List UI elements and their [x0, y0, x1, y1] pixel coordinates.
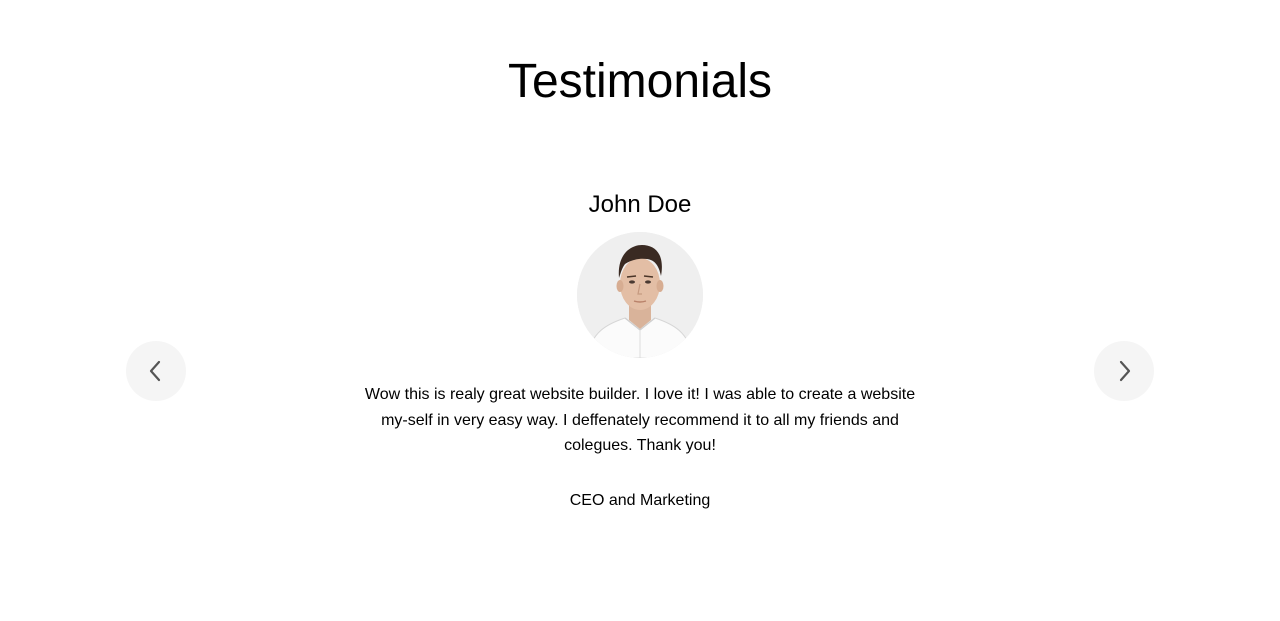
chevron-left-icon: [146, 359, 166, 383]
person-name: John Doe: [588, 191, 692, 218]
testimonial-quote: Wow this is realy great website builder.…: [364, 386, 916, 454]
chevron-right-icon: [1114, 359, 1134, 383]
avatar-portrait: [577, 232, 703, 358]
testimonial-slide: John Doe Wow this is realy great website…: [340, 190, 940, 511]
avatar: [577, 232, 703, 358]
person-role: CEO and Marketing: [569, 491, 711, 509]
testimonials-section: Testimonials John Doe Wow this is realy …: [0, 0, 1280, 621]
section-title: Testimonials: [507, 55, 773, 108]
previous-slide-button[interactable]: [126, 341, 186, 401]
next-slide-button[interactable]: [1094, 341, 1154, 401]
